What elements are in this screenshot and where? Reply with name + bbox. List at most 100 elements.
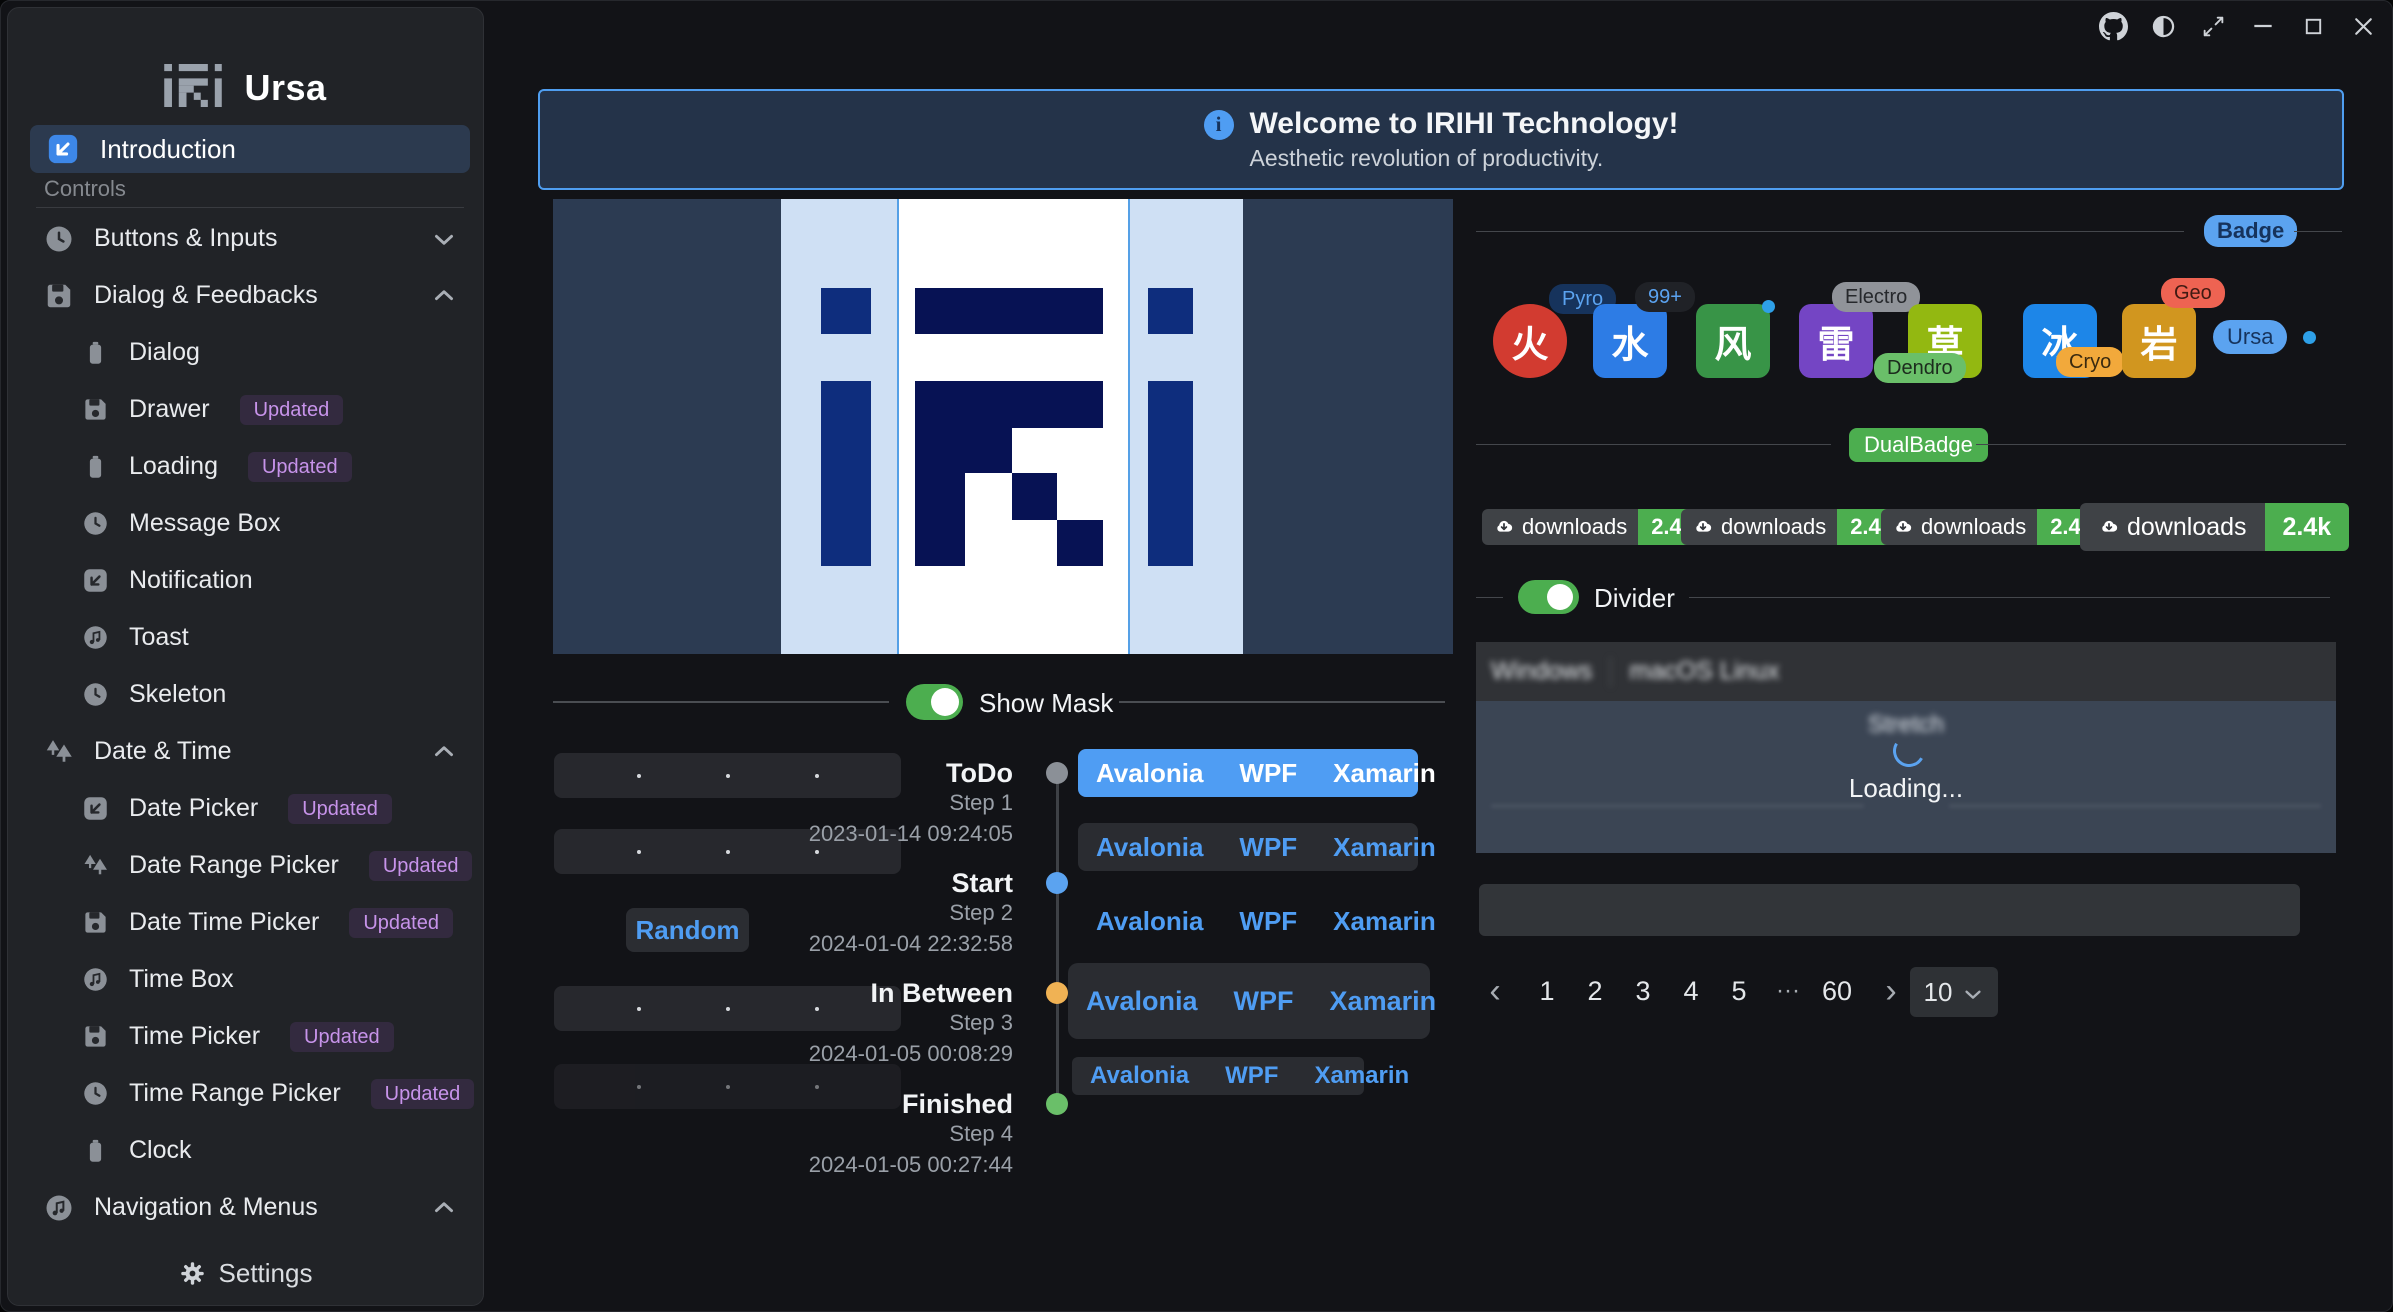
sidebar-item-date-time[interactable]: Date & Time — [8, 723, 483, 780]
button-avalonia[interactable]: Avalonia — [1078, 758, 1221, 789]
timeline-dot — [1046, 1093, 1068, 1115]
theme-toggle-icon[interactable] — [2148, 11, 2178, 41]
button-xamarin[interactable]: Xamarin — [1296, 1062, 1427, 1090]
sidebar-item-time-box[interactable]: Time Box — [8, 951, 483, 1008]
button-xamarin[interactable]: Xamarin — [1312, 986, 1455, 1017]
divider-line — [1476, 444, 1831, 445]
sidebar-item-label: Message Box — [129, 509, 280, 538]
tile-char: 风 — [1715, 314, 1752, 368]
page-size-dropdown[interactable]: 10 — [1910, 967, 1998, 1017]
sidebar-item-label: Drawer — [129, 395, 210, 424]
fullscreen-icon[interactable] — [2198, 11, 2228, 41]
button-avalonia[interactable]: Avalonia — [1072, 1062, 1207, 1090]
button-wpf[interactable]: WPF — [1221, 832, 1315, 863]
battery-icon — [82, 339, 109, 366]
sidebar-nav: Buttons & InputsDialog & Feedbacks Dialog… — [8, 210, 483, 1257]
timeline-dot — [1046, 872, 1068, 894]
irihi-logo-pixel — [1012, 473, 1057, 520]
app-logo: Ursa — [8, 64, 483, 112]
sidebar-section-label: Controls — [44, 176, 126, 202]
sidebar-item-date-range-picker[interactable]: Date Range PickerUpdated — [8, 837, 483, 894]
pagination-next-button[interactable]: › — [1879, 963, 1903, 1019]
sidebar-item-drawer[interactable]: Drawer Updated — [8, 381, 483, 438]
button-wpf[interactable]: WPF — [1216, 986, 1312, 1017]
music-icon — [44, 1193, 74, 1223]
sidebar-item-dialog[interactable]: Dialog — [8, 324, 483, 381]
sidebar-item-date-picker[interactable]: Date PickerUpdated — [8, 780, 483, 837]
divider-toggle[interactable] — [1518, 580, 1579, 614]
introduction-icon — [46, 132, 80, 166]
tab-windows[interactable]: Windows — [1491, 657, 1592, 686]
chevron-up-icon[interactable] — [431, 739, 457, 765]
divider-line — [1119, 701, 1445, 703]
pagination-page-4[interactable]: 4 — [1674, 963, 1708, 1019]
badge-tile-pyro: 火 — [1493, 304, 1567, 378]
download-badge-label: downloads — [1681, 509, 1837, 545]
sidebar-item-navigation-menus[interactable]: Navigation & Menus — [8, 1179, 483, 1236]
maximize-icon[interactable] — [2298, 11, 2328, 41]
floppy-icon — [82, 396, 109, 423]
sidebar-item-message-box[interactable]: Message Box — [8, 495, 483, 552]
button-wpf[interactable]: WPF — [1221, 906, 1315, 937]
github-icon[interactable] — [2098, 11, 2128, 41]
tab-macos-linux[interactable]: macOS Linux — [1629, 657, 1779, 686]
button-wpf[interactable]: WPF — [1221, 758, 1315, 789]
irihi-logo-pixel — [915, 381, 1103, 428]
chevron-down-icon[interactable] — [431, 226, 457, 252]
button-xamarin[interactable]: Xamarin — [1315, 758, 1454, 789]
sidebar-item-label: Time Range Picker — [129, 1079, 341, 1108]
tile-char: 雷 — [1818, 314, 1855, 368]
button-xamarin[interactable]: Xamarin — [1315, 906, 1454, 937]
pagination-page-3[interactable]: 3 — [1626, 963, 1660, 1019]
button-avalonia[interactable]: Avalonia — [1078, 832, 1221, 863]
updated-badge: Updated — [240, 395, 344, 425]
sidebar-item-time-picker[interactable]: Time PickerUpdated — [8, 1008, 483, 1065]
irihi-logo-pixel — [915, 428, 1012, 473]
pagination-page-60[interactable]: 60 — [1815, 963, 1859, 1019]
button-avalonia[interactable]: Avalonia — [1068, 986, 1216, 1017]
download-cloud-icon — [1692, 516, 1714, 538]
sidebar-item-dialog-feedbacks[interactable]: Dialog & Feedbacks — [8, 267, 483, 324]
download-badge-value: 2.4k — [2265, 503, 2350, 551]
badge-pill-99: 99+ — [1635, 282, 1695, 312]
sidebar-item-toast[interactable]: Toast — [8, 609, 483, 666]
close-icon[interactable] — [2348, 11, 2378, 41]
sidebar-item-loading[interactable]: LoadingUpdated — [8, 438, 483, 495]
badge-tile-dot: 风 — [1696, 304, 1770, 378]
sidebar-item-buttons-inputs[interactable]: Buttons & Inputs — [8, 210, 483, 267]
mask-guide-line — [1128, 199, 1130, 654]
loading-panel-tabs: Windows macOS Linux — [1476, 642, 2336, 701]
irihi-logo-pixel — [821, 381, 871, 566]
sidebar-item-date-time-picker[interactable]: Date Time PickerUpdated — [8, 894, 483, 951]
sidebar-item-label: Dialog — [129, 338, 200, 367]
pagination-prev-button[interactable]: ‹ — [1483, 963, 1507, 1019]
chevron-up-icon[interactable] — [431, 283, 457, 309]
button-wpf[interactable]: WPF — [1207, 1062, 1296, 1090]
tile-char: 岩 — [2141, 314, 2178, 368]
minimize-icon[interactable] — [2248, 11, 2278, 41]
battery-icon — [82, 453, 109, 480]
floppy-icon — [82, 909, 109, 936]
empty-bar — [1479, 884, 2300, 936]
settings-button[interactable]: Settings — [8, 1241, 483, 1305]
sidebar-item-introduction[interactable]: Introduction — [30, 125, 470, 173]
irihi-logo-pixel — [915, 473, 965, 566]
sidebar-item-label: Introduction — [100, 134, 236, 165]
sidebar-item-clock[interactable]: Clock — [8, 1122, 483, 1179]
pagination-page-5[interactable]: 5 — [1722, 963, 1756, 1019]
sidebar-item-notification[interactable]: Notification — [8, 552, 483, 609]
sidebar-item-label: Toast — [129, 623, 189, 652]
sidebar-item-label: Time Box — [129, 965, 234, 994]
sidebar-item-time-range-picker[interactable]: Time Range PickerUpdated — [8, 1065, 483, 1122]
timeline-step-time: 2024-01-05 00:08:29 — [553, 1040, 1013, 1068]
app-title: Ursa — [244, 67, 326, 109]
pagination-page-1[interactable]: 1 — [1530, 963, 1564, 1019]
download-label-text: downloads — [1921, 514, 2026, 540]
button-avalonia[interactable]: Avalonia — [1078, 906, 1221, 937]
show-mask-toggle[interactable] — [906, 684, 963, 720]
timeline-step-label: Step 2 — [553, 899, 1013, 927]
chevron-up-icon[interactable] — [431, 1195, 457, 1221]
button-xamarin[interactable]: Xamarin — [1315, 832, 1454, 863]
pagination-page-2[interactable]: 2 — [1578, 963, 1612, 1019]
sidebar-item-skeleton[interactable]: Skeleton — [8, 666, 483, 723]
